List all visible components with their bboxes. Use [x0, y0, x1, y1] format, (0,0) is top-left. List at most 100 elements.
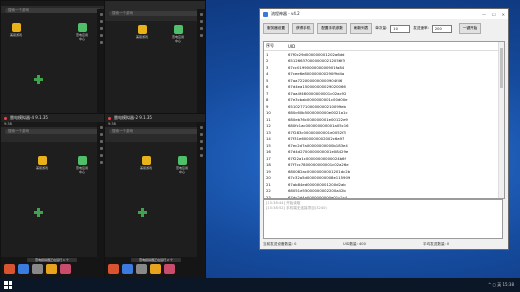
maximize-icon[interactable]: ☐: [492, 12, 496, 17]
row-uid: 6510277100000000210099eb: [288, 103, 346, 109]
emulator-dock: 雷电模拟器正在运行 2 个: [105, 257, 205, 279]
row-index: 20: [266, 175, 271, 181]
table-row[interactable]: 12 680fc1ac000000000001a05c16: [264, 123, 504, 130]
dock-app-3[interactable]: [32, 264, 43, 274]
row-uid: 67ec2d7a00000000000b183e4: [288, 142, 348, 148]
refresh-list-button[interactable]: 刷新列表: [349, 23, 373, 34]
emulator-clock: 9:38: [1, 122, 105, 127]
emulator-titlebar[interactable]: 雷电模拟器-4 9.1.35: [1, 114, 105, 122]
search-input[interactable]: 搜索一个游戏: [5, 129, 101, 134]
app-store[interactable]: 雷电应用中心: [75, 23, 89, 41]
dock-app-1[interactable]: [108, 264, 119, 274]
row-index: 3: [266, 64, 269, 70]
row-index: 21: [266, 181, 271, 187]
table-row[interactable]: 15 67ec2d7a00000000000b183e4: [264, 142, 504, 149]
emulator-window-1[interactable]: 搜索一个游戏 美丽游戏 雷电应用中心: [0, 0, 106, 114]
table-row[interactable]: 4 67cee6e800000000290f9d4a: [264, 71, 504, 78]
start-icon[interactable]: [4, 281, 12, 289]
column-uid[interactable]: UID: [288, 44, 504, 49]
row-uid: 67d4ea150000000029020066: [288, 84, 346, 90]
row-index: 16: [266, 149, 271, 155]
home-screen: 美丽游戏 雷电应用中心: [1, 142, 97, 257]
table-row[interactable]: 17 67f22a1c00000000000024b6f: [264, 155, 504, 162]
get-phone-button[interactable]: 获得手机: [291, 23, 315, 34]
table-row[interactable]: 5 67aa7220000000000904f46: [264, 77, 504, 84]
home-screen: 美丽游戏 雷电应用中心: [105, 142, 197, 257]
start-button[interactable]: 一键开始: [458, 23, 482, 34]
dock-app-4[interactable]: [46, 264, 57, 274]
threads-input[interactable]: 10: [390, 24, 411, 33]
tool-titlebar[interactable]: 流程神器 - v4.2 — ☐ ✕: [260, 9, 508, 19]
row-uid: 67f0c29d000000001202a6dd: [288, 51, 345, 57]
app-store[interactable]: 雷电应用中心: [75, 156, 89, 174]
phone-params-button[interactable]: 配置手机参数: [317, 23, 347, 34]
row-uid: 67f7cc7800000000001c02a26e: [288, 162, 349, 168]
table-row[interactable]: 11 680eb76c000000001e00122e9: [264, 116, 504, 123]
log-line: [15:38:52] 手机端无连接项目(3240): [266, 206, 327, 210]
emulator-clock: 9:38: [105, 122, 205, 127]
table-row[interactable]: 21 67ab84ed000000001200d2ab: [264, 181, 504, 188]
row-uid: 67f31e6000000002002c6a97: [288, 136, 345, 142]
row-uid: 67ab84ed000000001200d2ab: [288, 181, 346, 187]
table-row[interactable]: 3 67cc0199000000000901fa84: [264, 64, 504, 71]
dock-app-2[interactable]: [18, 264, 29, 274]
table-row[interactable]: 7 67aa4f460000000001c02ac92: [264, 90, 504, 97]
table-row[interactable]: 14 67f31e6000000002002c6a97: [264, 136, 504, 143]
dock-app-4[interactable]: [150, 264, 161, 274]
dock-app-3[interactable]: [136, 264, 147, 274]
row-uid: 68051e55000000002200a42b: [288, 188, 346, 194]
table-row[interactable]: 22 68051e55000000002200a42b: [264, 188, 504, 195]
accelerate-icon[interactable]: [34, 208, 43, 217]
table-row[interactable]: 13 67f283c00000000001e0052f3: [264, 129, 504, 136]
minimize-icon[interactable]: —: [482, 12, 486, 17]
row-index: 2: [266, 58, 269, 64]
emulator-window-3[interactable]: 搜索一个游戏 美丽游戏 雷电应用中心: [104, 0, 206, 114]
dock-app-2[interactable]: [122, 264, 133, 274]
row-index: 13: [266, 129, 271, 135]
dock-app-5[interactable]: [60, 264, 71, 274]
row-index: 17: [266, 155, 271, 161]
dock-app-1[interactable]: [4, 264, 15, 274]
table-row[interactable]: 18 67f7cc7800000000001c02a26e: [264, 162, 504, 169]
app-store[interactable]: 雷电应用中心: [171, 25, 185, 43]
table-row[interactable]: 20 67c32a5d00000000008e115909: [264, 175, 504, 182]
system-tray[interactable]: ^ ◻ 英 15:38: [488, 282, 514, 288]
search-input[interactable]: 搜索一个游戏: [109, 11, 201, 16]
close-icon[interactable]: ✕: [502, 12, 505, 17]
taskbar: ^ ◻ 英 15:38: [0, 278, 520, 292]
emulator-titlebar[interactable]: 雷电模拟器-2 9.1.35: [105, 114, 205, 122]
accelerate-icon[interactable]: [34, 75, 43, 84]
column-index[interactable]: 序号: [264, 43, 288, 49]
table-row[interactable]: 8 67e3cbab0000000001c00d00e: [264, 97, 504, 104]
emulator-window-2[interactable]: 雷电模拟器-4 9.1.35 9:38 搜索一个游戏 美丽游戏 雷电应用中心 雷…: [0, 113, 106, 280]
row-index: 8: [266, 97, 269, 103]
app-game[interactable]: 美丽游戏: [35, 156, 49, 170]
dock-app-5[interactable]: [164, 264, 175, 274]
table-row[interactable]: 9 6510277100000000210099eb: [264, 103, 504, 110]
accelerate-icon[interactable]: [138, 208, 147, 217]
toolbar: 服务器设置 获得手机 配置手机参数 刷新列表 单次量: 10 发送速率: 200…: [260, 19, 508, 38]
table-row[interactable]: 19 680082ac00000000001201dc2b: [264, 168, 504, 175]
server-settings-button[interactable]: 服务器设置: [263, 23, 289, 34]
app-game[interactable]: 美丽游戏: [139, 156, 153, 170]
table-row[interactable]: 16 67d4d2700000000001e08429e: [264, 149, 504, 156]
emulator-window-4[interactable]: 雷电模拟器-2 9.1.35 9:38 搜索一个游戏 美丽游戏 雷电应用中心 雷…: [104, 113, 206, 280]
uid-table[interactable]: 序号 UID 1 67f0c29d000000001202a6dd 2 6512663…: [263, 41, 505, 199]
table-row[interactable]: 2 6512663700000000212056f3: [264, 58, 504, 65]
table-row[interactable]: 10 680c60b5000000000e0021a1c: [264, 110, 504, 117]
app-game[interactable]: 美丽游戏: [9, 23, 23, 37]
emulator-sidebar: [197, 122, 205, 279]
row-index: 4: [266, 71, 269, 77]
status-bar: 当前发送设备数量: 0 UID数量: 400 平均发送数量: 0: [263, 241, 503, 248]
table-row[interactable]: 1 67f0c29d000000001202a6dd: [264, 51, 504, 58]
table-header: 序号 UID: [264, 42, 504, 51]
row-uid: 67c32a5d00000000008e115909: [288, 175, 351, 181]
app-store[interactable]: 雷电应用中心: [175, 156, 189, 174]
notification-toast: 雷电模拟器正在运行 1 个: [27, 258, 77, 262]
app-game[interactable]: 美丽游戏: [135, 25, 149, 39]
send-rate-input[interactable]: 200: [431, 24, 452, 33]
table-scrollbar[interactable]: [498, 42, 504, 198]
row-uid: 67f22a1c00000000000024b6f: [288, 155, 346, 161]
search-input[interactable]: 搜索一个游戏: [109, 129, 201, 134]
table-row[interactable]: 6 67d4ea150000000029020066: [264, 84, 504, 91]
